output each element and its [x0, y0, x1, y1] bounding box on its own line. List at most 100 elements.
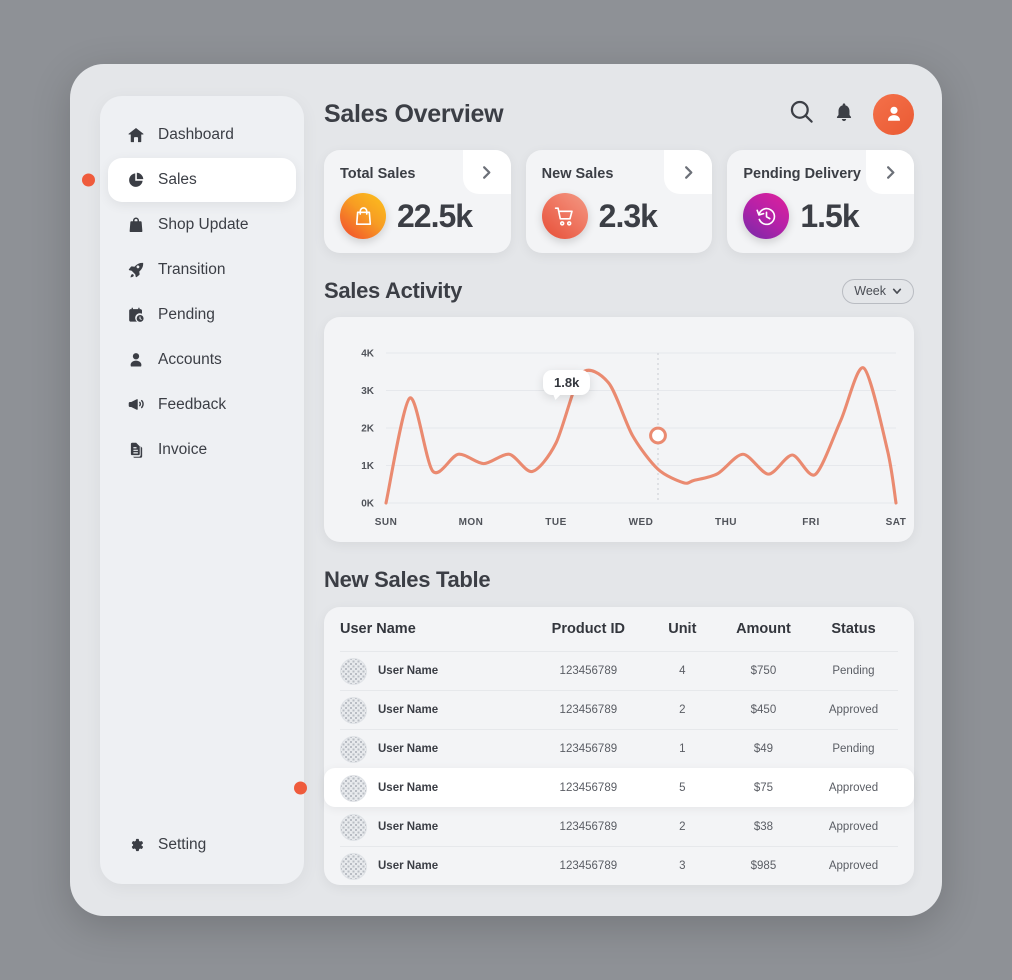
table-header-row: User Name Product ID Unit Amount Status — [340, 607, 898, 651]
table-row[interactable]: User Name 123456789 3 $985 Approved — [340, 846, 898, 885]
shopping-bag-icon — [340, 193, 386, 239]
active-row-indicator-dot — [294, 781, 307, 795]
main-content: Sales Overview Total Sales 22.5k New Sal… — [294, 86, 915, 896]
stat-card-label: Total Sales — [340, 166, 416, 182]
week-range-label: Week — [854, 284, 886, 298]
cell-user: User Name — [340, 735, 530, 763]
sidebar-item-setting[interactable]: Setting — [108, 823, 296, 867]
pie-chart-icon — [126, 170, 146, 190]
column-header-user-name: User Name — [340, 621, 416, 637]
svg-text:2K: 2K — [361, 424, 375, 435]
sidebar-item-shop-update[interactable]: Shop Update — [108, 203, 296, 247]
sidebar-nav-list: Dashboard Sales Shop Update Transition Pendi… — [82, 112, 304, 473]
avatar-placeholder-icon — [340, 657, 367, 685]
cell-unit: 5 — [679, 782, 686, 794]
sidebar-item-invoice[interactable]: Invoice — [108, 428, 296, 472]
svg-text:4K: 4K — [361, 349, 375, 360]
stat-card-body: 2.3k — [541, 193, 658, 239]
avatar-placeholder-icon — [340, 696, 367, 724]
sidebar-item-transition[interactable]: Transition — [108, 248, 296, 292]
svg-text:3K: 3K — [361, 386, 375, 397]
svg-text:THU: THU — [715, 517, 737, 528]
cell-product-id: 123456789 — [559, 782, 618, 794]
cell-status: Approved — [828, 704, 879, 716]
table-row[interactable]: User Name 123456789 5 $75 Approved — [294, 768, 914, 807]
svg-text:FRI: FRI — [802, 517, 820, 528]
table-section-head: New Sales Table — [324, 564, 914, 596]
cell-amount: $985 — [750, 860, 777, 872]
stat-card-value: 2.3k — [598, 197, 658, 234]
topbar-actions — [788, 93, 914, 135]
table-row[interactable]: User Name 123456789 2 $450 Approved — [340, 690, 898, 729]
calendar-clock-icon — [126, 305, 146, 325]
cell-user-name: User Name — [378, 821, 439, 833]
cell-status: Pending — [832, 665, 875, 677]
sales-activity-chart[interactable]: 0K 1K 2K 3K 4K SUN MON TUE WED THU FRI SAT — [324, 317, 914, 542]
cell-product-id: 123456789 — [559, 743, 618, 755]
page-title: Sales Overview — [324, 99, 504, 128]
cell-status: Approved — [828, 821, 879, 833]
cell-amount: $75 — [753, 782, 774, 794]
sidebar-item-label: Transition — [158, 261, 226, 278]
stat-card-label: Pending Delivery — [743, 166, 861, 182]
sidebar-item-accounts[interactable]: Accounts — [108, 338, 296, 382]
sidebar-item-label: Accounts — [158, 351, 222, 368]
stat-card-pending-delivery[interactable]: Pending Delivery 1.5k — [727, 150, 915, 253]
table-title: New Sales Table — [324, 567, 491, 592]
svg-text:0K: 0K — [361, 499, 375, 510]
shopping-bag-icon — [126, 215, 146, 235]
svg-text:MON: MON — [459, 517, 484, 528]
user-icon — [126, 350, 146, 370]
cell-product-id: 123456789 — [559, 821, 618, 833]
svg-text:1K: 1K — [361, 461, 375, 472]
cell-user-name: User Name — [378, 665, 439, 677]
cell-product-id: 123456789 — [559, 860, 618, 872]
chevron-down-icon — [892, 288, 902, 294]
table-row[interactable]: User Name 123456789 4 $750 Pending — [340, 651, 898, 690]
bell-icon[interactable] — [833, 100, 855, 129]
sidebar: Dashboard Sales Shop Update Transition Pendi… — [82, 96, 304, 884]
column-header-unit: Unit — [668, 621, 697, 637]
avatar[interactable] — [873, 93, 914, 135]
cell-amount: $49 — [753, 743, 774, 755]
home-icon — [126, 125, 146, 145]
stat-card-value: 22.5k — [397, 197, 473, 234]
sidebar-item-label: Setting — [158, 836, 207, 853]
search-icon[interactable] — [788, 98, 815, 130]
cell-user: User Name — [340, 774, 530, 802]
topbar: Sales Overview — [324, 86, 914, 142]
rocket-icon — [126, 260, 146, 280]
clock-rewind-icon — [743, 193, 790, 239]
activity-title: Sales Activity — [324, 278, 463, 303]
sidebar-item-dashboard[interactable]: Dashboard — [108, 113, 296, 157]
gear-icon — [126, 835, 146, 855]
stat-card-total-sales[interactable]: Total Sales 22.5k — [324, 150, 511, 253]
column-header-product-id: Product ID — [551, 621, 625, 637]
cell-user-name: User Name — [378, 743, 439, 755]
table-row[interactable]: User Name 123456789 2 $38 Approved — [340, 807, 898, 846]
cell-unit: 3 — [679, 860, 686, 872]
sidebar-item-pending[interactable]: Pending — [108, 293, 296, 337]
stat-card-new-sales[interactable]: New Sales 2.3k — [525, 150, 713, 253]
sidebar-item-sales[interactable]: Sales — [82, 158, 296, 202]
cell-user-name: User Name — [378, 782, 439, 794]
week-range-select[interactable]: Week — [842, 278, 914, 304]
table-row[interactable]: User Name 123456789 1 $49 Pending — [340, 729, 898, 768]
column-header-amount: Amount — [736, 621, 791, 637]
stat-cards: Total Sales 22.5k New Sales 2.3k Pending Del… — [324, 150, 915, 253]
sidebar-item-feedback[interactable]: Feedback — [108, 383, 296, 427]
cell-product-id: 123456789 — [559, 704, 618, 716]
svg-text:TUE: TUE — [545, 517, 567, 528]
megaphone-icon — [126, 395, 146, 415]
cell-amount: $750 — [750, 665, 777, 677]
cell-status: Pending — [832, 743, 875, 755]
chart-tooltip: 1.8k — [543, 370, 591, 395]
avatar-placeholder-icon — [340, 852, 367, 880]
cell-amount: $38 — [753, 821, 774, 833]
stat-card-expand-button[interactable] — [866, 150, 915, 194]
cell-status: Approved — [828, 860, 879, 872]
stat-card-value: 1.5k — [800, 197, 859, 234]
new-sales-table: User Name Product ID Unit Amount Status User … — [294, 607, 914, 885]
stat-card-expand-button[interactable] — [462, 150, 511, 194]
stat-card-expand-button[interactable] — [664, 150, 713, 194]
